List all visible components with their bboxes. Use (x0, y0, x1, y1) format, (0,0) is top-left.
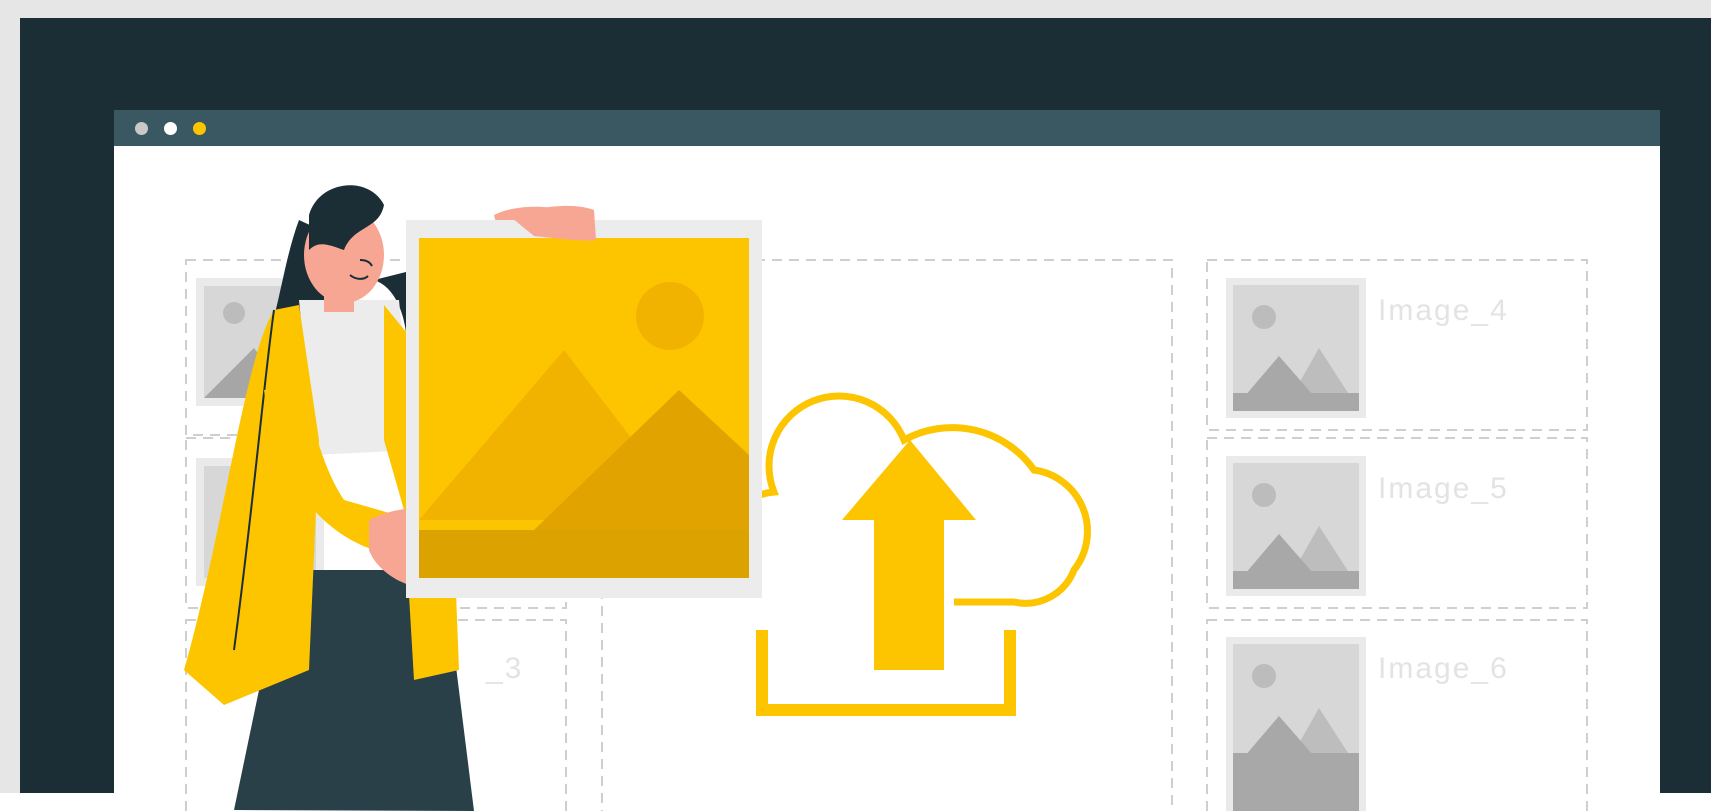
monitor-frame: Image_4 Image_5 Image_6 _3 (20, 18, 1711, 811)
thumb-image-5 (1226, 456, 1366, 596)
upload-illustration: Image_4 Image_5 Image_6 _3 (184, 185, 1588, 811)
tile-label-image-3: _3 (485, 652, 523, 685)
thumb-image-6 (1226, 637, 1366, 811)
tile-label-image-5: Image_5 (1378, 472, 1509, 505)
cloud-upload-icon (714, 392, 1091, 720)
thumb-image-4 (1226, 278, 1366, 418)
tile-label-image-4: Image_4 (1378, 294, 1509, 327)
browser-window: Image_4 Image_5 Image_6 _3 (114, 110, 1660, 811)
tile-label-image-6: Image_6 (1378, 652, 1509, 685)
image-placeholder-icon (406, 220, 762, 598)
